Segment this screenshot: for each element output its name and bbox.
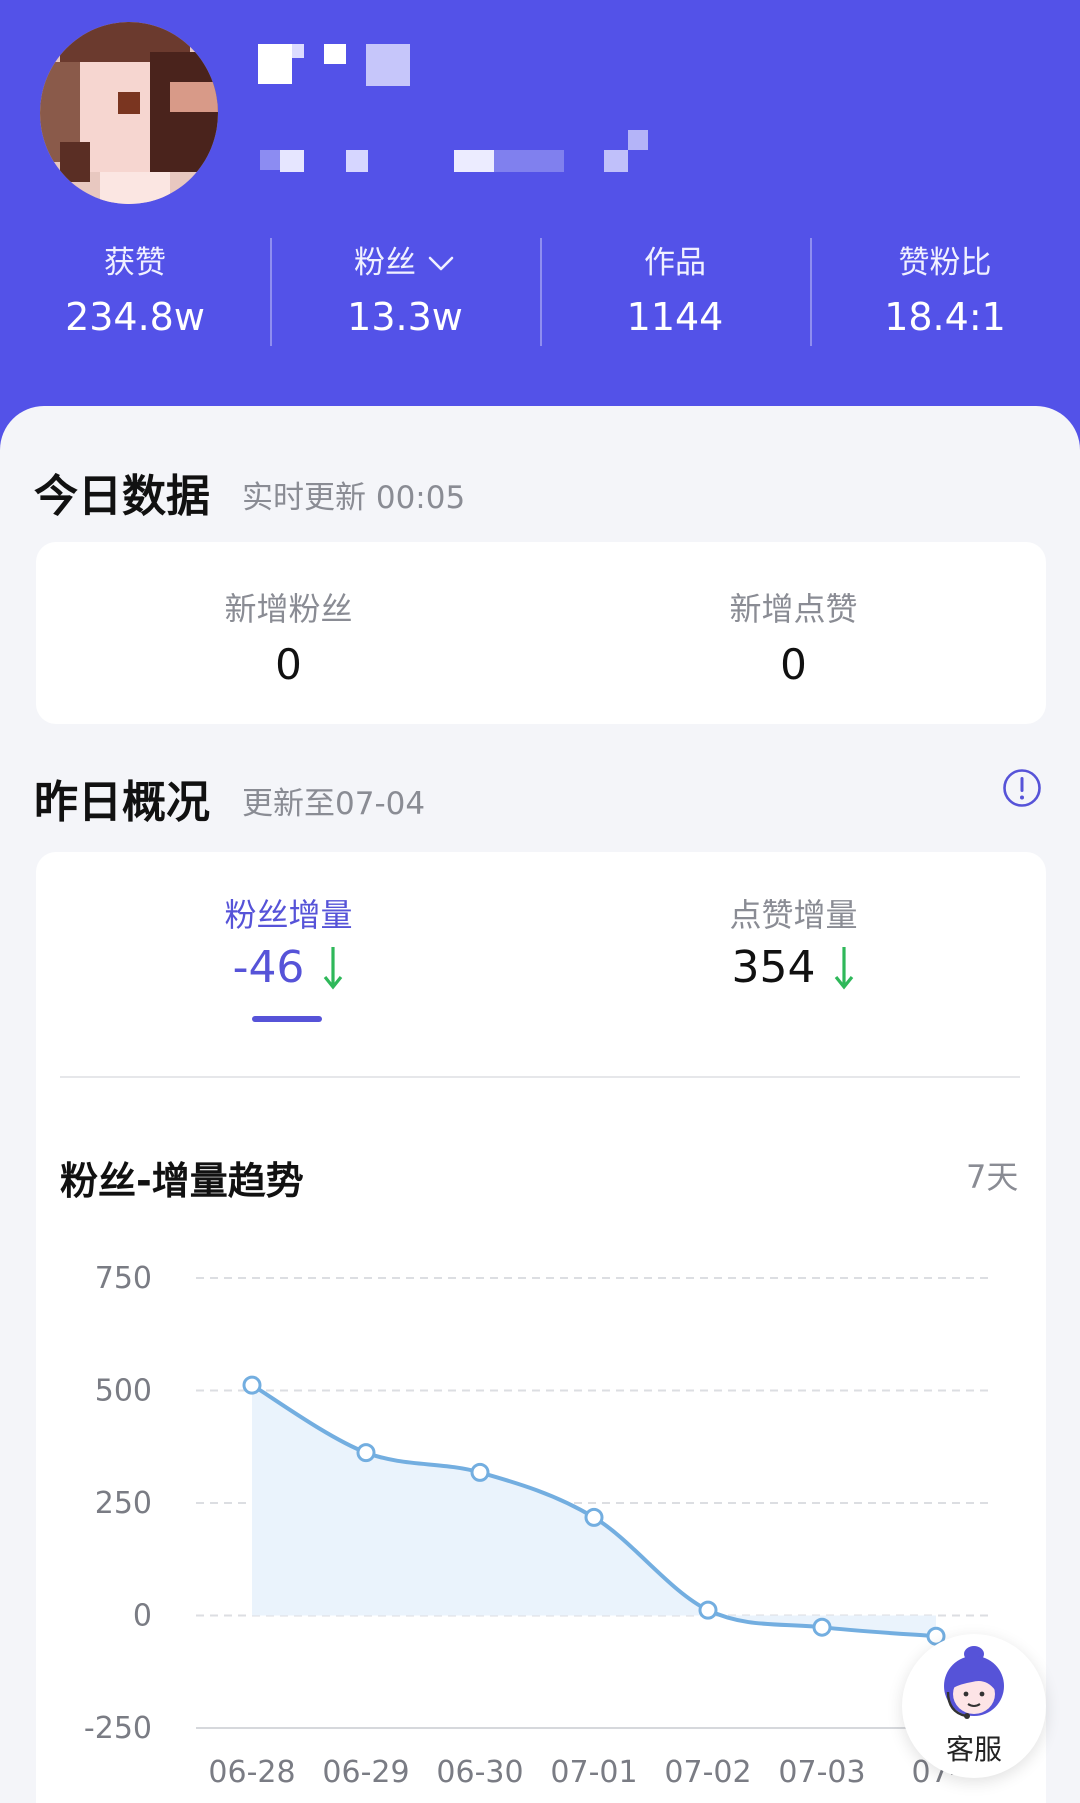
data-point [698,1600,718,1620]
x-tick-label: 06-28 [208,1755,295,1790]
data-point [584,1507,604,1527]
fans-trend-chart: 750 500 250 0 -250 06-28 06-29 06-30 07-01 07-02 0… [84,1261,988,1790]
y-tick-label: 500 [95,1374,152,1409]
x-tick-label: 07-03 [778,1755,865,1790]
x-tick-label: 06-30 [436,1755,523,1790]
customer-service-label: 客服 [945,1733,1002,1766]
y-tick-label: 0 [133,1599,152,1634]
data-point [242,1375,262,1395]
x-tick-label: 07-01 [550,1755,637,1790]
y-tick-label: -250 [84,1711,152,1746]
customer-service-button[interactable]: 客服 [902,1634,1046,1778]
x-tick-label: 06-29 [322,1755,409,1790]
x-tick-label: 07-02 [664,1755,751,1790]
y-tick-label: 250 [95,1486,152,1521]
headset-agent-icon [944,1646,1004,1719]
data-point [356,1443,376,1463]
data-point [470,1462,490,1482]
data-point [812,1617,832,1637]
y-tick-label: 750 [95,1261,152,1296]
